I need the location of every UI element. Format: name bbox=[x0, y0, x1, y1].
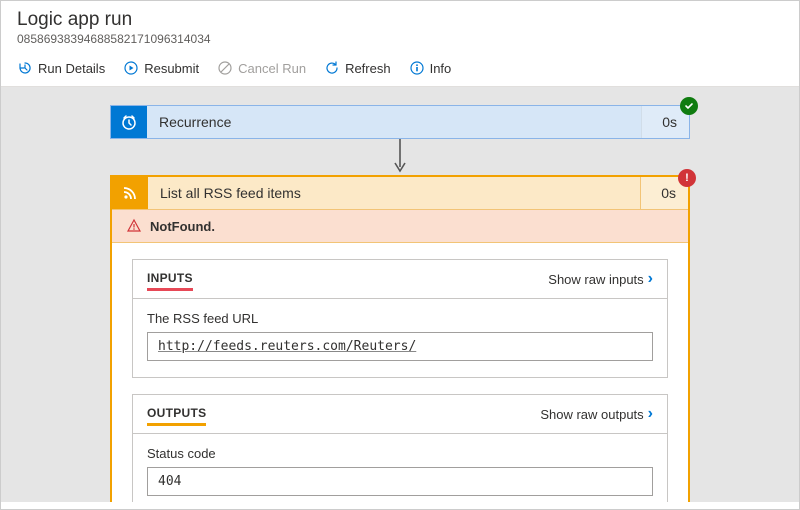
refresh-label: Refresh bbox=[345, 61, 391, 76]
connector-arrow-icon bbox=[1, 139, 799, 175]
resubmit-button[interactable]: Resubmit bbox=[123, 60, 199, 76]
status-code-value: 404 bbox=[147, 467, 653, 496]
step-recurrence[interactable]: Recurrence 0s bbox=[110, 105, 690, 139]
rss-icon bbox=[112, 177, 148, 209]
info-button[interactable]: Info bbox=[409, 60, 452, 76]
run-details-button[interactable]: Run Details bbox=[17, 60, 105, 76]
run-details-label: Run Details bbox=[38, 61, 105, 76]
show-raw-outputs-link[interactable]: Show raw outputs › bbox=[540, 405, 653, 423]
warning-icon bbox=[126, 218, 142, 234]
refresh-button[interactable]: Refresh bbox=[324, 60, 391, 76]
step-rss[interactable]: ! List all RSS feed items 0s NotFound. I… bbox=[110, 175, 690, 502]
clock-icon bbox=[111, 106, 147, 138]
history-icon bbox=[17, 60, 33, 76]
cancel-icon bbox=[217, 60, 233, 76]
page-title: Logic app run bbox=[17, 9, 783, 31]
success-badge-icon bbox=[680, 97, 698, 115]
resubmit-icon bbox=[123, 60, 139, 76]
chevron-right-icon: › bbox=[648, 405, 653, 423]
step-label: List all RSS feed items bbox=[148, 177, 640, 209]
page-header: Logic app run 08586938394688582171096314… bbox=[1, 1, 799, 50]
refresh-icon bbox=[324, 60, 340, 76]
cancel-run-label: Cancel Run bbox=[238, 61, 306, 76]
outputs-title: OUTPUTS bbox=[147, 406, 206, 426]
resubmit-label: Resubmit bbox=[144, 61, 199, 76]
designer-canvas: Recurrence 0s ! List all RSS feed items … bbox=[1, 87, 799, 502]
url-field-value: http://feeds.reuters.com/Reuters/ bbox=[147, 332, 653, 361]
run-id: 08586938394688582171096314034 bbox=[17, 32, 783, 46]
inputs-section: INPUTS Show raw inputs › The RSS feed UR… bbox=[132, 259, 668, 378]
cancel-run-button: Cancel Run bbox=[217, 60, 306, 76]
outputs-section: OUTPUTS Show raw outputs › Status code 4… bbox=[132, 394, 668, 502]
step-label: Recurrence bbox=[147, 106, 641, 138]
toolbar: Run Details Resubmit Cancel Run Refresh … bbox=[1, 50, 799, 87]
chevron-right-icon: › bbox=[648, 270, 653, 288]
url-field-label: The RSS feed URL bbox=[147, 311, 653, 326]
show-raw-inputs-link[interactable]: Show raw inputs › bbox=[548, 270, 653, 288]
error-badge-icon: ! bbox=[678, 169, 696, 187]
inputs-title: INPUTS bbox=[147, 271, 193, 291]
error-message: NotFound. bbox=[112, 210, 688, 243]
status-code-label: Status code bbox=[147, 446, 653, 461]
info-icon bbox=[409, 60, 425, 76]
error-text: NotFound. bbox=[150, 219, 215, 234]
info-label: Info bbox=[430, 61, 452, 76]
